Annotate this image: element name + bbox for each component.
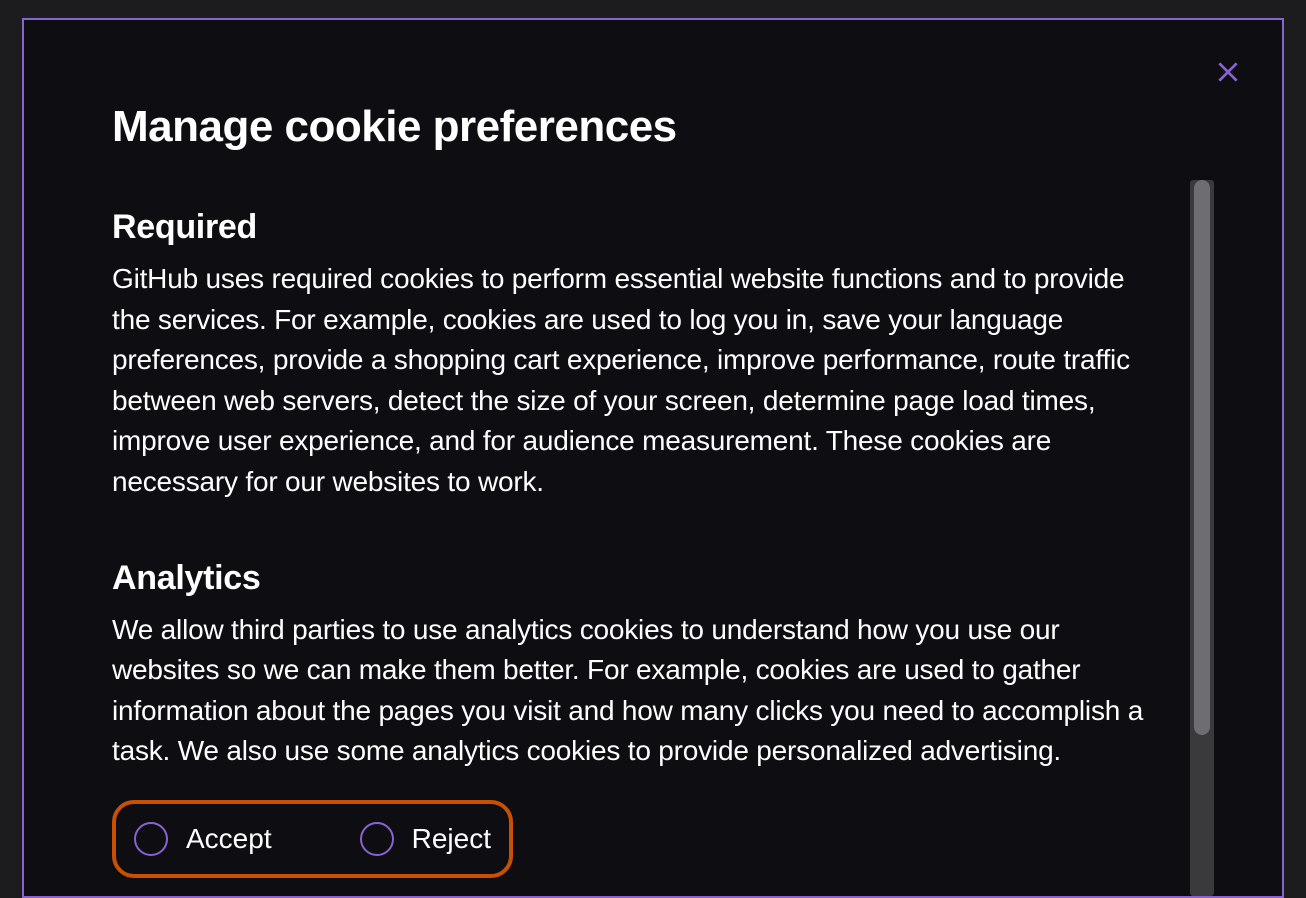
radio-option-reject[interactable]: Reject [360,822,491,856]
analytics-radio-group: Accept Reject [112,800,513,878]
radio-label-reject: Reject [412,823,491,855]
radio-option-accept[interactable]: Accept [134,822,272,856]
section-required: Required GitHub uses required cookies to… [112,208,1152,503]
section-description-required: GitHub uses required cookies to perform … [112,259,1152,503]
radio-icon [360,822,394,856]
close-button[interactable] [1212,58,1244,90]
scrollbar-thumb[interactable] [1194,180,1210,735]
scrollbar-track[interactable] [1190,180,1214,896]
section-heading-analytics: Analytics [112,559,1152,598]
section-heading-required: Required [112,208,1152,247]
section-description-analytics: We allow third parties to use analytics … [112,610,1152,772]
modal-content: Manage cookie preferences Required GitHu… [24,20,1282,878]
close-icon [1215,59,1241,90]
modal-title: Manage cookie preferences [112,102,1152,152]
section-analytics: Analytics We allow third parties to use … [112,559,1152,878]
radio-label-accept: Accept [186,823,272,855]
cookie-preferences-modal: Manage cookie preferences Required GitHu… [22,18,1284,898]
radio-icon [134,822,168,856]
